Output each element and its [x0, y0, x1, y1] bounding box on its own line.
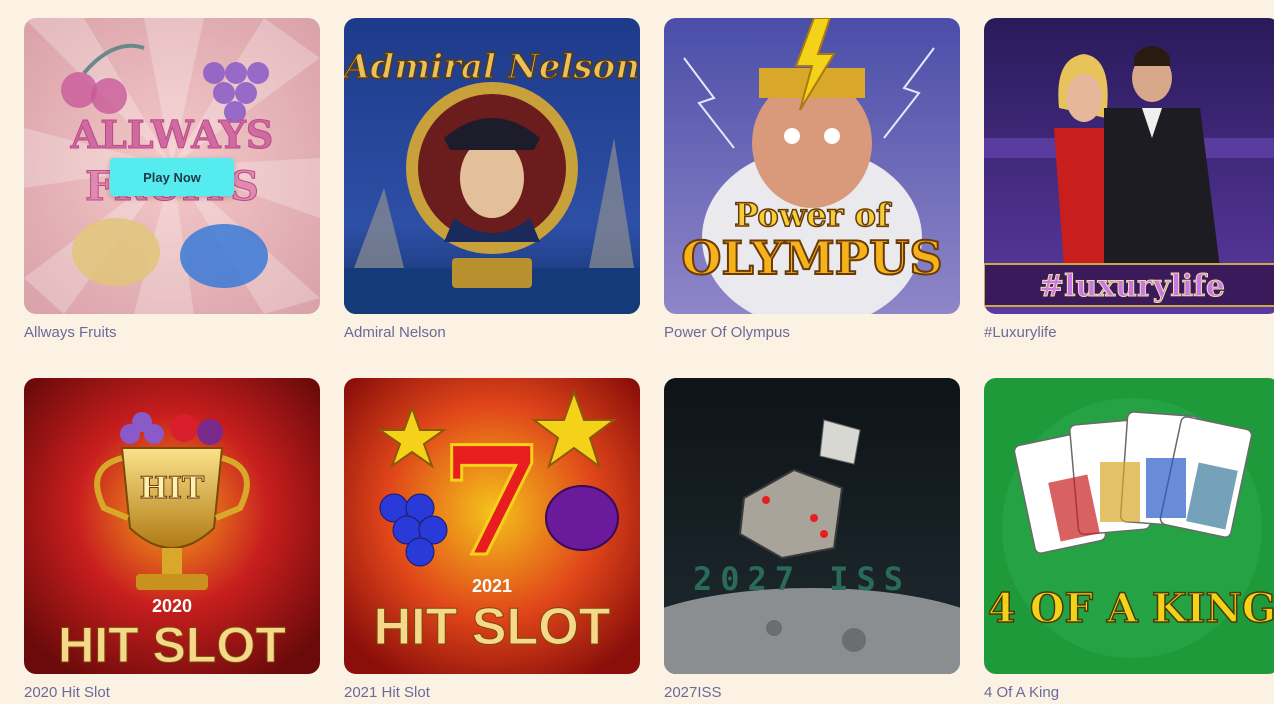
game-card-allways-fruits[interactable]: ALLWAYS FRUITS Play Now Allways Fruits: [24, 18, 320, 341]
art-year: 2020: [152, 596, 192, 616]
game-card-2027iss[interactable]: 2027 ISS 2027ISS: [664, 378, 960, 701]
art-title: 2027 ISS: [693, 560, 911, 598]
game-title[interactable]: Allways Fruits: [24, 324, 117, 341]
game-card-power-of-olympus[interactable]: Power of OLYMPUS Power Of Olympus: [664, 18, 960, 341]
art-year: 2021: [472, 576, 512, 596]
game-thumbnail[interactable]: ALLWAYS FRUITS Play Now: [24, 18, 320, 314]
4-of-a-king-art: 4 OF A KING: [984, 378, 1274, 674]
game-thumbnail[interactable]: 2027 ISS: [664, 378, 960, 674]
game-thumbnail[interactable]: 7 2021 HIT SLOT: [344, 378, 640, 674]
art-hit: HIT: [140, 471, 205, 506]
game-thumbnail[interactable]: Admiral Nelson: [344, 18, 640, 314]
game-title[interactable]: #Luxurylife: [984, 324, 1057, 341]
game-thumbnail[interactable]: #luxurylife: [984, 18, 1274, 314]
game-title[interactable]: Admiral Nelson: [344, 324, 446, 341]
game-title[interactable]: 2021 Hit Slot: [344, 684, 430, 701]
luxurylife-art: #luxurylife: [984, 18, 1274, 314]
art-title: Admiral Nelson: [344, 47, 640, 87]
game-title[interactable]: 2020 Hit Slot: [24, 684, 110, 701]
art-title-line1: ALLWAYS: [70, 112, 274, 157]
art-title: 4 OF A KING: [988, 585, 1274, 632]
art-title: #luxurylife: [1039, 269, 1225, 304]
game-card-4-of-a-king[interactable]: 4 OF A KING 4 Of A King: [984, 378, 1274, 701]
game-title[interactable]: Power Of Olympus: [664, 324, 790, 341]
game-thumbnail[interactable]: Power of OLYMPUS: [664, 18, 960, 314]
game-card-admiral-nelson[interactable]: Admiral Nelson Admiral Nelson: [344, 18, 640, 341]
2021-hit-slot-art: 7 2021 HIT SLOT: [344, 378, 640, 674]
game-card-2020-hit-slot[interactable]: HIT 2020 HIT SLOT 2020 Hit Slot: [24, 378, 320, 701]
2020-hit-slot-art: HIT 2020 HIT SLOT: [24, 378, 320, 674]
art-title: HIT SLOT: [58, 617, 286, 673]
game-title[interactable]: 4 Of A King: [984, 684, 1059, 701]
play-now-button[interactable]: Play Now: [110, 158, 234, 196]
art-title-line2: OLYMPUS: [681, 231, 942, 285]
game-card-luxurylife[interactable]: #luxurylife #Luxurylife: [984, 18, 1274, 341]
game-card-2021-hit-slot[interactable]: 7 2021 HIT SLOT 2021 Hit Slot: [344, 378, 640, 701]
art-title: HIT SLOT: [374, 598, 611, 656]
power-of-olympus-art: Power of OLYMPUS: [664, 18, 960, 314]
game-thumbnail[interactable]: HIT 2020 HIT SLOT: [24, 378, 320, 674]
game-title[interactable]: 2027ISS: [664, 684, 722, 701]
art-title-line1: Power of: [734, 196, 892, 234]
game-grid: ALLWAYS FRUITS Play Now Allways Fruits: [0, 0, 1274, 704]
art-seven: 7: [440, 414, 544, 590]
game-thumbnail[interactable]: 4 OF A KING: [984, 378, 1274, 674]
admiral-nelson-art: Admiral Nelson: [344, 18, 640, 314]
2027iss-art: 2027 ISS: [664, 378, 960, 674]
